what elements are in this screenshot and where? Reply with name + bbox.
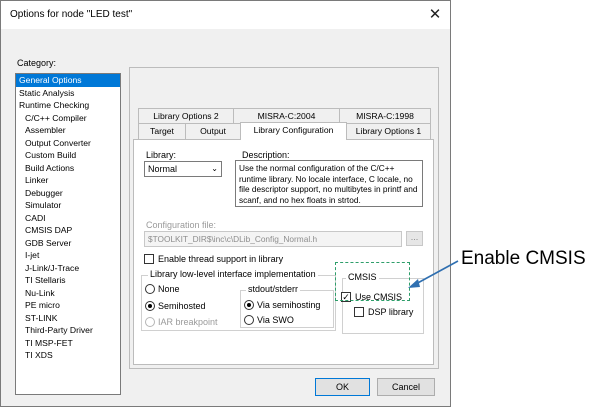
annotation-text: Enable CMSIS — [461, 248, 586, 269]
annotation-arrow — [408, 260, 459, 288]
tab-library-configuration[interactable]: Library Configuration — [240, 122, 347, 140]
